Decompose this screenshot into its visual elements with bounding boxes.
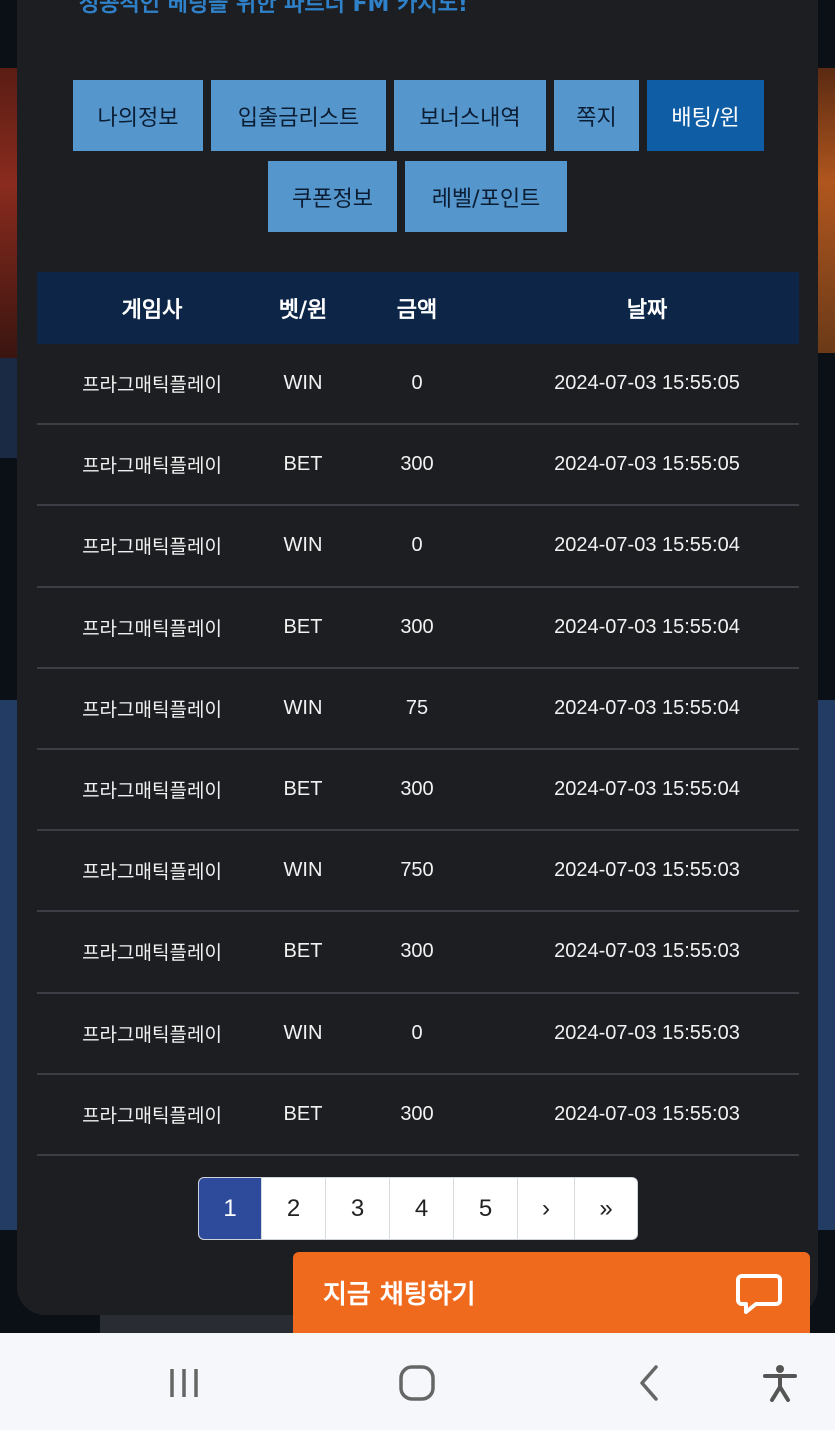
home-icon[interactable] (397, 1363, 437, 1403)
cell-provider: 프라그매틱플레이 (82, 1104, 222, 1127)
tab-level-points[interactable]: 레벨/포인트 (405, 161, 567, 232)
cell-type: BET (283, 453, 323, 476)
cell-date: 2024-07-03 15:55:05 (554, 453, 740, 476)
cell-provider: 프라그매틱플레이 (82, 374, 222, 397)
cell-amount: 300 (400, 615, 434, 638)
background-art-left (0, 68, 18, 358)
background-art-left-2 (0, 358, 18, 458)
table-row: 프라그매틱플레이 BET 300 2024-07-03 15:55:03 (37, 912, 799, 994)
page-1-button[interactable]: 1 (199, 1178, 262, 1239)
last-page-button[interactable]: » (575, 1178, 637, 1239)
cell-date: 2024-07-03 15:55:05 (554, 372, 740, 395)
tab-messages[interactable]: 쪽지 (554, 80, 639, 151)
table-row: 프라그매틱플레이 BET 300 2024-07-03 15:55:03 (37, 1075, 799, 1156)
header-provider: 게임사 (121, 298, 183, 323)
chat-now-button[interactable]: 지금 채팅하기 (293, 1252, 810, 1335)
background-art-left-3 (0, 700, 18, 1230)
cell-type: WIN (283, 534, 323, 557)
chat-now-label: 지금 채팅하기 (323, 1280, 476, 1310)
cell-amount: 750 (400, 859, 434, 882)
cell-amount: 300 (400, 1102, 434, 1125)
cell-date: 2024-07-03 15:55:04 (554, 534, 740, 557)
table-row: 프라그매틱플레이 WIN 0 2024-07-03 15:55:05 (37, 344, 799, 426)
pagination: 1 2 3 4 5 › » (198, 1177, 638, 1240)
cell-amount: 0 (411, 372, 423, 395)
tab-bet-win[interactable]: 배팅/윈 (647, 80, 764, 151)
cell-provider: 프라그매틱플레이 (82, 617, 222, 640)
cell-type: WIN (283, 1021, 323, 1044)
tab-deposit-withdraw-list[interactable]: 입출금리스트 (211, 80, 386, 151)
tab-coupon-info[interactable]: 쿠폰정보 (268, 161, 397, 232)
cell-amount: 300 (400, 453, 434, 476)
cell-amount: 0 (411, 534, 423, 557)
header-amount: 금액 (396, 298, 438, 323)
cell-amount: 300 (400, 778, 434, 801)
cell-type: BET (283, 940, 323, 963)
header-date: 날짜 (626, 298, 668, 323)
cell-date: 2024-07-03 15:55:04 (554, 615, 740, 638)
cell-type: BET (283, 778, 323, 801)
cell-date: 2024-07-03 15:55:03 (554, 1021, 740, 1044)
cell-provider: 프라그매틱플레이 (82, 698, 222, 721)
back-icon[interactable] (630, 1363, 670, 1403)
table-row: 프라그매틱플레이 BET 300 2024-07-03 15:55:05 (37, 425, 799, 507)
cell-date: 2024-07-03 15:55:03 (554, 1102, 740, 1125)
table-header: 게임사 벳/윈 금액 날짜 (37, 272, 799, 344)
chat-bubble-icon (736, 1274, 782, 1314)
cell-type: BET (283, 615, 323, 638)
cell-type: WIN (283, 859, 323, 882)
cell-amount: 0 (411, 1021, 423, 1044)
cell-date: 2024-07-03 15:55:03 (554, 940, 740, 963)
promo-banner-text: 성공적인 베팅을 위한 파트너 FM 카지노! (79, 0, 468, 17)
table-row: 프라그매틱플레이 BET 300 2024-07-03 15:55:04 (37, 588, 799, 669)
background-art-right-2 (817, 700, 835, 1230)
page-4-button[interactable]: 4 (390, 1178, 454, 1239)
tab-my-info[interactable]: 나의정보 (73, 80, 203, 151)
cell-date: 2024-07-03 15:55:04 (554, 696, 740, 719)
cell-provider: 프라그매틱플레이 (82, 942, 222, 965)
cell-date: 2024-07-03 15:55:04 (554, 778, 740, 801)
header-bet-win: 벳/윈 (278, 298, 328, 323)
table-row: 프라그매틱플레이 WIN 0 2024-07-03 15:55:04 (37, 506, 799, 588)
table-row: 프라그매틱플레이 WIN 0 2024-07-03 15:55:03 (37, 994, 799, 1075)
accessibility-icon[interactable] (760, 1363, 800, 1403)
cell-provider: 프라그매틱플레이 (82, 780, 222, 803)
cell-provider: 프라그매틱플레이 (82, 1023, 222, 1046)
tab-row-1: 나의정보 입출금리스트 보너스내역 쪽지 배팅/윈 (73, 80, 764, 151)
tab-bonus-history[interactable]: 보너스내역 (394, 80, 546, 151)
page-3-button[interactable]: 3 (326, 1178, 390, 1239)
cell-provider: 프라그매틱플레이 (82, 455, 222, 478)
cell-type: WIN (283, 372, 323, 395)
cell-type: WIN (283, 696, 323, 719)
cell-provider: 프라그매틱플레이 (82, 536, 222, 559)
cell-provider: 프라그매틱플레이 (82, 861, 222, 884)
next-page-button[interactable]: › (518, 1178, 575, 1239)
cell-amount: 300 (400, 940, 434, 963)
background-art-right (817, 68, 835, 353)
cell-type: BET (283, 1102, 323, 1125)
bet-history-table: 프라그매틱플레이 WIN 0 2024-07-03 15:55:05 프라그매틱… (37, 344, 799, 1156)
cell-amount: 75 (405, 696, 429, 719)
page-2-button[interactable]: 2 (262, 1178, 326, 1239)
recent-apps-icon[interactable] (164, 1363, 204, 1403)
cell-date: 2024-07-03 15:55:03 (554, 859, 740, 882)
android-navigation-bar (0, 1333, 835, 1430)
tab-row-2: 쿠폰정보 레벨/포인트 (268, 161, 567, 232)
page-5-button[interactable]: 5 (454, 1178, 518, 1239)
table-row: 프라그매틱플레이 WIN 75 2024-07-03 15:55:04 (37, 669, 799, 750)
table-row: 프라그매틱플레이 WIN 750 2024-07-03 15:55:03 (37, 831, 799, 913)
table-row: 프라그매틱플레이 BET 300 2024-07-03 15:55:04 (37, 750, 799, 832)
